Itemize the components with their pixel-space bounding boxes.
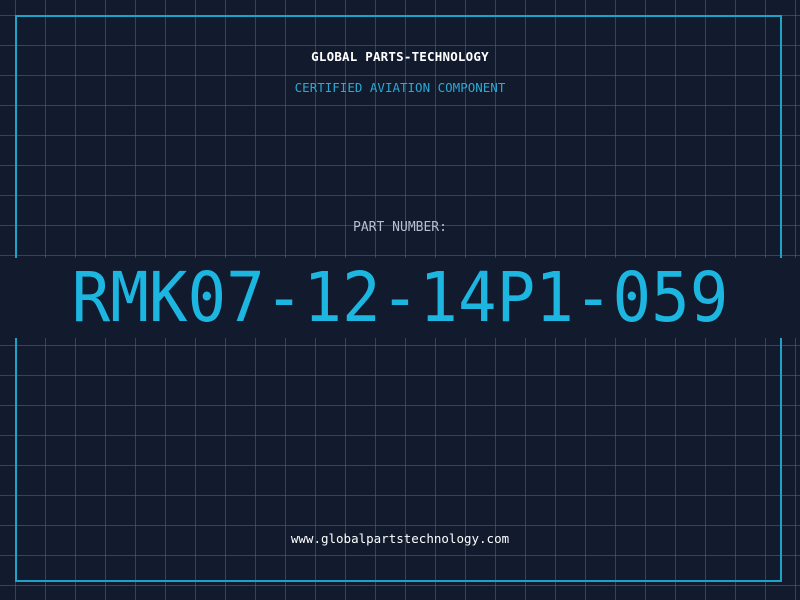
part-label-card: GLOBAL PARTS-TECHNOLOGY CERTIFIED AVIATI… bbox=[0, 0, 800, 600]
company-name: GLOBAL PARTS-TECHNOLOGY bbox=[311, 49, 489, 64]
certification-subtitle: CERTIFIED AVIATION COMPONENT bbox=[294, 80, 506, 95]
part-number-label: PART NUMBER: bbox=[353, 220, 447, 235]
part-number-value: RMK07-12-14P1-059 bbox=[71, 258, 729, 338]
website-url: www.globalpartstechnology.com bbox=[290, 531, 510, 546]
